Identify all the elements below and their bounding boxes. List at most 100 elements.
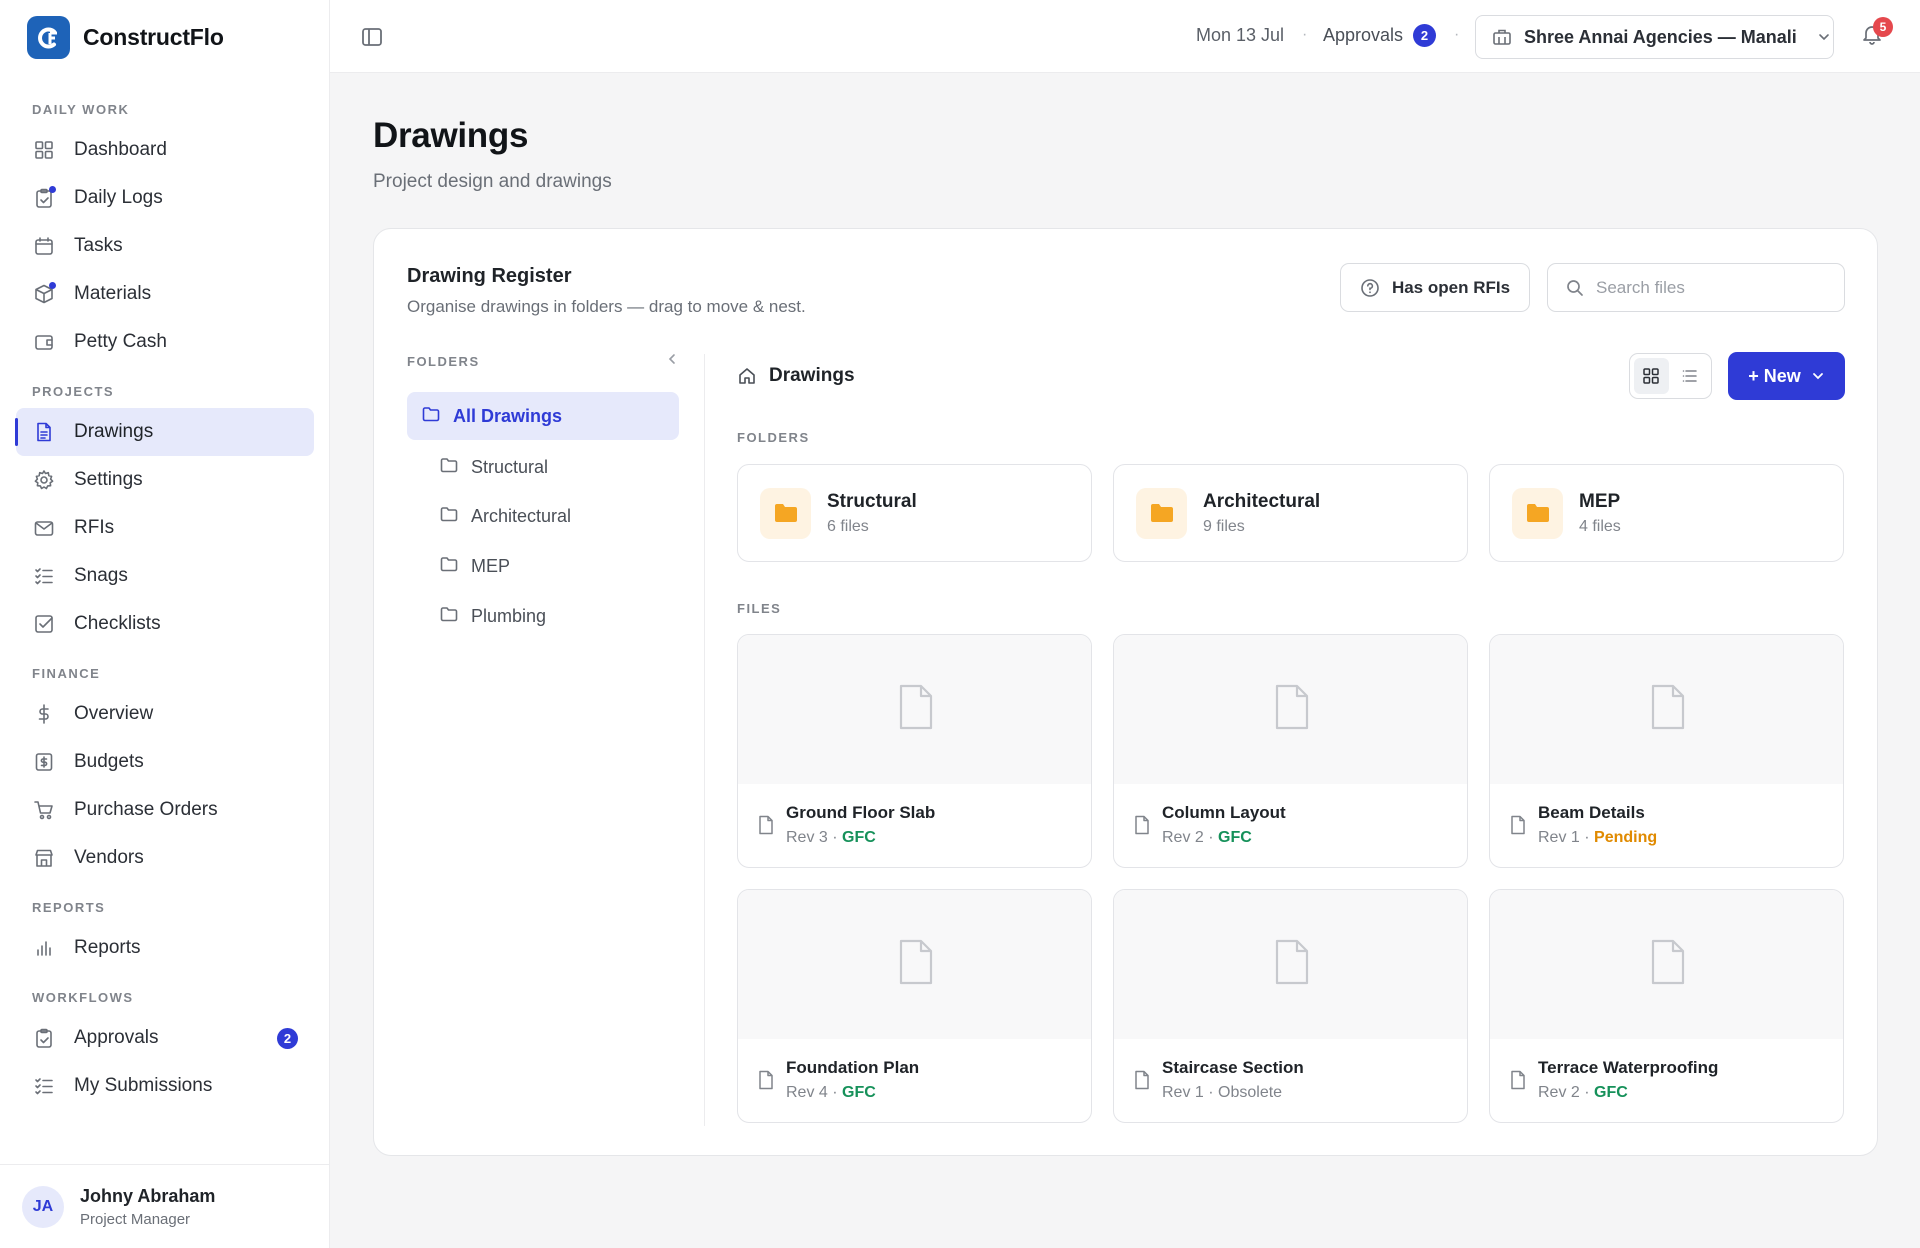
search-input[interactable] [1596, 277, 1826, 298]
sidebar-item-tasks[interactable]: Tasks [16, 222, 314, 270]
organisation-select[interactable]: Shree Annai Agencies — Manali [1475, 15, 1834, 59]
new-button-label: + New [1748, 365, 1801, 386]
notifications-button[interactable]: 5 [1860, 17, 1893, 48]
file-thumbnail [1114, 635, 1467, 784]
file-icon [896, 683, 936, 736]
sidebar-item-budgets[interactable]: Budgets [16, 738, 314, 786]
file-card[interactable]: Beam Details Rev 1 · Pending [1489, 634, 1844, 868]
file-name: Ground Floor Slab [786, 803, 936, 822]
file-icon [1509, 815, 1527, 840]
file-icon [757, 1070, 775, 1095]
folder-tree-item-architectural[interactable]: Architectural [439, 492, 679, 540]
sidebar-nav: DAILY WORK Dashboard Daily Logs Tasks Ma… [15, 98, 314, 1110]
sidebar-item-petty-cash[interactable]: Petty Cash [16, 318, 314, 366]
sidebar-item-daily-logs[interactable]: Daily Logs [16, 174, 314, 222]
sidebar-item-my-submissions[interactable]: My Submissions [16, 1062, 314, 1110]
new-button[interactable]: + New [1728, 352, 1845, 400]
approvals-count-badge: 2 [1413, 24, 1437, 47]
folder-file-count: 6 files [827, 517, 869, 535]
file-card[interactable]: Foundation Plan Rev 4 · GFC [737, 889, 1092, 1123]
search-icon [1567, 279, 1583, 296]
file-icon [896, 938, 936, 991]
sidebar-item-label: Tasks [74, 235, 123, 256]
file-name: Column Layout [1162, 803, 1286, 822]
folder-tree-item-mep[interactable]: MEP [439, 542, 679, 590]
sidebar-item-label: Snags [74, 565, 128, 586]
file-card[interactable]: Staircase Section Rev 1 · Obsolete [1113, 889, 1468, 1123]
folder-tree: FOLDERS All Drawings Structural Architec… [407, 354, 679, 1114]
sidebar-item-purchase-orders[interactable]: Purchase Orders [16, 786, 314, 834]
file-icon [1133, 1070, 1151, 1095]
separator: · [1302, 26, 1308, 43]
collapse-chevron-icon[interactable] [665, 352, 679, 369]
folder-tree-item-plumbing[interactable]: Plumbing [439, 592, 679, 640]
cart-icon [32, 798, 56, 822]
rfi-filter-label: Has open RFIs [1391, 277, 1511, 297]
file-rev: Rev 2 · [1162, 829, 1219, 846]
sidebar-item-settings[interactable]: Settings [16, 456, 314, 504]
sidebar-item-label: Purchase Orders [74, 799, 218, 820]
sidebar-item-drawings[interactable]: Drawings [15, 408, 314, 456]
panel-divider [704, 354, 705, 1126]
sidebar-item-label: Vendors [74, 847, 144, 868]
folder-tree-item-structural[interactable]: Structural [439, 443, 679, 491]
folder-card-structural[interactable]: Structural 6 files [737, 464, 1092, 562]
file-revision: Rev 3 · GFC [786, 829, 876, 847]
checklist-icon [32, 1074, 56, 1098]
folder-icon [1512, 487, 1563, 539]
sidebar-item-label: Drawings [74, 421, 154, 442]
file-card[interactable]: Terrace Waterproofing Rev 2 · GFC [1489, 889, 1844, 1123]
wallet-icon [32, 330, 56, 354]
file-revision: Rev 2 · GFC [1162, 829, 1252, 847]
file-status: GFC [842, 829, 876, 846]
list-view-icon[interactable] [1673, 358, 1708, 394]
folder-icon [439, 604, 459, 629]
sidebar-item-overview[interactable]: Overview [16, 690, 314, 738]
file-icon [1648, 938, 1688, 991]
folder-tree-heading: FOLDERS [407, 354, 679, 369]
topbar: Mon 13 Jul · Approvals 2 · Shree Annai A… [330, 0, 1920, 73]
breadcrumb[interactable]: Drawings [737, 365, 855, 387]
user-profile[interactable]: JA Johny Abraham Project Manager [0, 1164, 330, 1248]
user-name: Johny Abraham [80, 1185, 216, 1206]
nav-section-label: REPORTS [32, 900, 106, 915]
folder-tree-title: FOLDERS [407, 354, 480, 369]
grid-view-icon[interactable] [1634, 358, 1669, 394]
chevron-down-icon [1812, 373, 1823, 380]
sidebar-item-snags[interactable]: Snags [16, 552, 314, 600]
file-name: Terrace Waterproofing [1538, 1058, 1719, 1077]
home-icon [739, 368, 755, 384]
file-card[interactable]: Ground Floor Slab Rev 3 · GFC [737, 634, 1092, 868]
sidebar-item-materials[interactable]: Materials [16, 270, 314, 318]
sidebar-item-checklists[interactable]: Checklists [16, 600, 314, 648]
file-thumbnail [1490, 635, 1843, 784]
file-thumbnail [738, 890, 1091, 1039]
current-date: Mon 13 Jul [1196, 25, 1285, 45]
approvals-link[interactable]: Approvals 2 [1323, 24, 1437, 47]
sidebar-item-approvals[interactable]: Approvals 2 [16, 1014, 314, 1062]
sidebar-item-badge: 2 [277, 1028, 298, 1049]
sidebar-item-rfis[interactable]: RFIs [16, 504, 314, 552]
file-rev: Rev 3 · [786, 829, 843, 846]
folder-tree-item-all-drawings[interactable]: All Drawings [407, 392, 679, 440]
folder-card-architectural[interactable]: Architectural 9 files [1113, 464, 1468, 562]
brand[interactable]: ConstructFlo [27, 16, 224, 59]
sidebar-item-reports[interactable]: Reports [16, 924, 314, 972]
folder-icon [760, 487, 811, 539]
budget-icon [32, 750, 56, 774]
sidebar-item-dashboard[interactable]: Dashboard [16, 126, 314, 174]
sidebar-item-vendors[interactable]: Vendors [16, 834, 314, 882]
notifications-badge: 5 [1873, 17, 1893, 37]
folder-card-mep[interactable]: MEP 4 files [1489, 464, 1844, 562]
folder-icon [421, 404, 441, 429]
sidebar-toggle-icon[interactable] [358, 24, 386, 50]
checkbox-icon [32, 612, 56, 636]
grid-icon [32, 138, 56, 162]
file-card[interactable]: Column Layout Rev 2 · GFC [1113, 634, 1468, 868]
unread-dot [49, 186, 56, 193]
file-status: Pending [1594, 829, 1658, 846]
folder-tree-label: All Drawings [453, 405, 563, 426]
has-open-rfis-filter[interactable]: Has open RFIs [1340, 263, 1530, 312]
